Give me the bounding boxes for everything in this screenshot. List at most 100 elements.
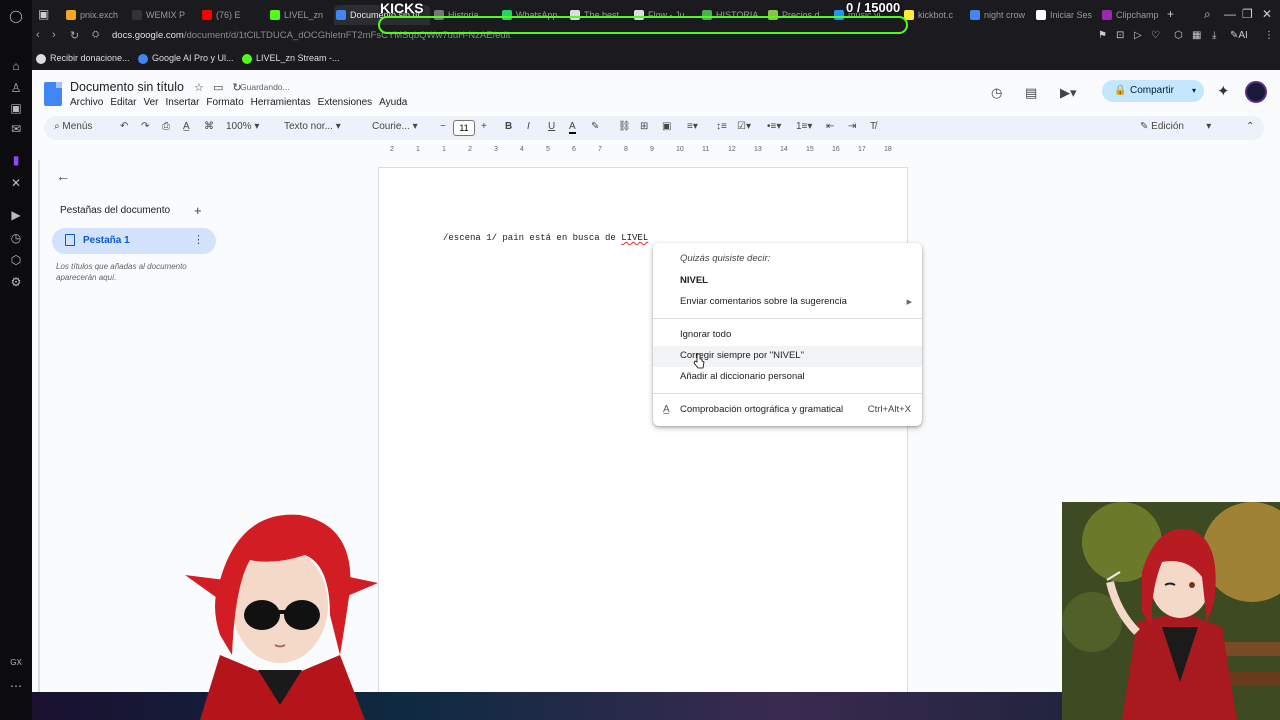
heart-icon[interactable]: ♡ bbox=[1151, 30, 1160, 41]
clear-format-icon[interactable]: T̸ bbox=[870, 121, 876, 132]
menu-item[interactable]: Insertar bbox=[166, 97, 200, 108]
redo-icon[interactable]: ↷ bbox=[141, 121, 149, 132]
more-options-icon[interactable]: ⋮ bbox=[193, 233, 204, 246]
line-spacing-icon[interactable]: ↕≡ bbox=[716, 121, 727, 132]
comments-icon[interactable]: ▤ bbox=[1025, 85, 1037, 101]
bookmark-item[interactable]: Recibir donacione... bbox=[36, 53, 130, 64]
menu-item[interactable]: Archivo bbox=[70, 97, 103, 108]
ignore-all-item[interactable]: Ignorar todo bbox=[680, 329, 731, 340]
horizontal-ruler[interactable]: 2 1 1 2 3 4 5 6 7 8 9 10 11 12 13 14 15 16 17 18 bbox=[378, 146, 908, 156]
menu-item[interactable]: Ayuda bbox=[379, 97, 407, 108]
extensions-icon[interactable]: ⬡ bbox=[8, 252, 24, 268]
align-icon[interactable]: ≡▾ bbox=[687, 121, 698, 132]
search-icon[interactable]: ⌕ bbox=[1204, 7, 1211, 22]
image-insert-icon[interactable]: ▣ bbox=[662, 121, 671, 132]
browser-tab[interactable]: Iniciar Ses bbox=[1034, 5, 1096, 25]
spellcheck-item[interactable]: Comprobación ortográfica y gramatical bbox=[680, 404, 843, 415]
send-feedback-item[interactable]: Enviar comentarios sobre la sugerencia bbox=[680, 296, 847, 307]
twitch-icon[interactable]: ▮ bbox=[8, 152, 24, 168]
checklist-icon[interactable]: ☑▾ bbox=[737, 121, 751, 132]
font-size-field[interactable]: 11 bbox=[453, 120, 475, 136]
highlight-icon[interactable]: ✎ bbox=[591, 121, 599, 132]
extension-icon[interactable]: ⬡ bbox=[1174, 30, 1183, 41]
vertical-ruler[interactable] bbox=[32, 160, 40, 700]
wallet-icon[interactable]: ▦ bbox=[1192, 30, 1201, 41]
gemini-icon[interactable]: ✦ bbox=[1217, 82, 1230, 100]
back-icon[interactable]: ‹ bbox=[36, 29, 40, 41]
bookmark-item[interactable]: LIVEL_zn Stream -... bbox=[242, 53, 340, 64]
browser-tab[interactable]: pnix.exch bbox=[64, 5, 128, 25]
image-icon[interactable]: ▣ bbox=[8, 100, 24, 116]
paint-format-icon[interactable]: ⌘ bbox=[204, 121, 214, 132]
print-icon[interactable]: ⎙ bbox=[162, 121, 170, 132]
sidebar-item-tab-1[interactable]: Pestaña 1 ⋮ bbox=[52, 228, 216, 254]
close-window-icon[interactable]: ✕ bbox=[1262, 7, 1272, 21]
menu-icon[interactable]: ⋮ bbox=[1264, 30, 1274, 41]
menu-item[interactable]: Extensiones bbox=[318, 97, 372, 108]
move-folder-icon[interactable]: ▭ bbox=[213, 82, 223, 94]
minimize-icon[interactable]: — bbox=[1224, 7, 1236, 21]
site-info-icon[interactable]: ⛭ bbox=[92, 29, 99, 40]
menus-search[interactable]: ⌕ Menús bbox=[54, 121, 92, 132]
misspelled-word[interactable]: LIVEL bbox=[621, 233, 648, 243]
x-icon[interactable]: ✕ bbox=[8, 175, 24, 191]
chevron-down-icon[interactable]: ▾ bbox=[1192, 80, 1196, 102]
reload-icon[interactable]: ↻ bbox=[70, 29, 79, 42]
increase-indent-icon[interactable]: ⇥ bbox=[848, 121, 856, 132]
decrease-indent-icon[interactable]: ⇤ bbox=[826, 121, 834, 132]
spellcheck-icon[interactable]: A̲ bbox=[183, 121, 190, 132]
settings-gear-icon[interactable]: ⚙ bbox=[8, 274, 24, 290]
new-tab-icon[interactable]: + bbox=[1167, 7, 1174, 21]
document-text[interactable]: /escena 1/ pain está en busca de LIVEL bbox=[443, 233, 648, 243]
docs-logo-icon[interactable] bbox=[44, 82, 62, 106]
bookmark-item[interactable]: Google AI Pro y Ul... bbox=[138, 53, 234, 64]
underline-icon[interactable]: U bbox=[548, 121, 555, 132]
link-icon[interactable]: ⛓ bbox=[618, 121, 631, 132]
bullet-list-icon[interactable]: •≡▾ bbox=[767, 121, 781, 132]
bookmark-icon[interactable]: ⚑ bbox=[1098, 30, 1107, 41]
menu-item[interactable]: Editar bbox=[110, 97, 136, 108]
italic-icon[interactable]: I bbox=[527, 121, 530, 132]
font-size-decrease-icon[interactable]: − bbox=[440, 121, 446, 132]
font-size-increase-icon[interactable]: + bbox=[481, 121, 487, 132]
add-to-dictionary-item[interactable]: Añadir al diccionario personal bbox=[680, 371, 805, 382]
more-icon[interactable]: ⋯ bbox=[8, 678, 24, 694]
browser-tab[interactable]: LIVEL_zn bbox=[268, 5, 330, 25]
forward-icon[interactable]: › bbox=[52, 29, 56, 41]
share-button[interactable]: 🔒 Compartir ▾ bbox=[1102, 80, 1204, 102]
suggestion-nivel[interactable]: NIVEL bbox=[680, 275, 708, 286]
workspace-icon[interactable]: ▣ bbox=[38, 7, 49, 21]
player-icon[interactable]: ▷ bbox=[1134, 30, 1142, 41]
menu-item[interactable]: Herramientas bbox=[251, 97, 311, 108]
font-select[interactable]: Courie... ▾ bbox=[372, 121, 418, 132]
text-color-icon[interactable]: A bbox=[569, 121, 576, 134]
opera-logo-icon[interactable]: ◯ bbox=[8, 8, 24, 24]
collapse-menus-icon[interactable]: ⌃ bbox=[1246, 121, 1254, 132]
avatar[interactable] bbox=[1245, 81, 1267, 103]
gx-label[interactable]: GX bbox=[8, 655, 24, 671]
meet-icon[interactable]: ▶▾ bbox=[1060, 85, 1077, 101]
comment-add-icon[interactable]: ⊞ bbox=[640, 121, 648, 132]
browser-tab[interactable]: (76) E bbox=[200, 5, 264, 25]
aria-icon[interactable]: ♙ bbox=[8, 80, 24, 96]
browser-tab[interactable]: kickbot.c bbox=[902, 5, 964, 25]
document-title[interactable]: Documento sin título bbox=[70, 80, 184, 94]
restore-icon[interactable]: ❐ bbox=[1242, 7, 1253, 21]
browser-tab[interactable]: WEMIX P bbox=[130, 5, 196, 25]
download-icon[interactable]: ⤓ bbox=[1212, 30, 1216, 41]
editing-mode-select[interactable]: ✎ Edición ▾ bbox=[1140, 121, 1211, 132]
menu-item[interactable]: Formato bbox=[206, 97, 243, 108]
player-icon[interactable]: ▶ bbox=[8, 207, 24, 223]
add-tab-icon[interactable]: + bbox=[194, 203, 202, 218]
mail-icon[interactable]: ✉ bbox=[8, 121, 24, 137]
browser-tab[interactable]: night crow bbox=[968, 5, 1030, 25]
zoom-select[interactable]: 100% ▾ bbox=[226, 121, 259, 132]
numbered-list-icon[interactable]: 1≡▾ bbox=[796, 121, 812, 132]
menu-item[interactable]: Ver bbox=[143, 97, 158, 108]
history-icon[interactable]: ◷ bbox=[8, 230, 24, 246]
back-arrow-icon[interactable]: ← bbox=[56, 168, 70, 184]
home-icon[interactable]: ⌂ bbox=[8, 58, 24, 74]
star-icon[interactable]: ☆ bbox=[194, 82, 204, 94]
undo-icon[interactable]: ↶ bbox=[120, 121, 128, 132]
bold-icon[interactable]: B bbox=[505, 121, 512, 132]
